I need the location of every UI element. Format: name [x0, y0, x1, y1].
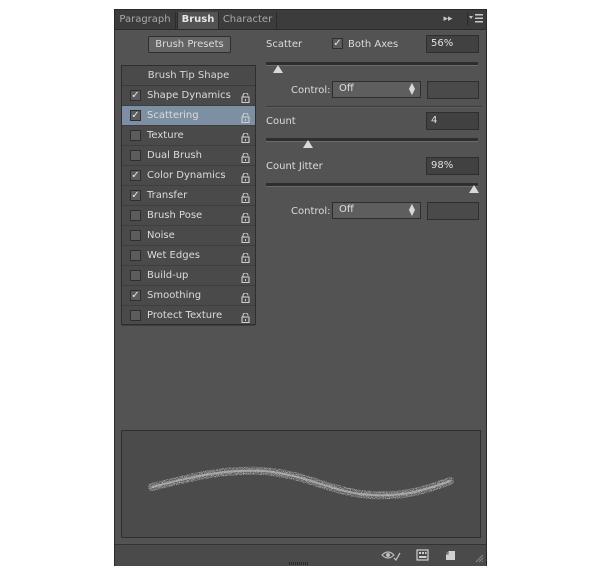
tab-brush[interactable]: Brush	[177, 12, 219, 29]
list-item-checkbox[interactable]: ✓	[130, 290, 141, 301]
list-item-smoothing[interactable]: ✓ Smoothing	[122, 286, 255, 306]
count-jitter-value-field[interactable]: 98%	[426, 157, 479, 175]
list-item-label: Protect Texture	[147, 310, 223, 321]
list-item-build-up[interactable]: Build-up	[122, 266, 255, 286]
count-value-field[interactable]: 4	[426, 112, 479, 130]
control-label-2: Control:	[291, 206, 331, 217]
list-item-checkbox[interactable]: ✓	[130, 90, 141, 101]
list-item-label: Brush Pose	[147, 210, 203, 221]
lock-icon[interactable]	[241, 251, 250, 264]
list-item-label: Transfer	[147, 190, 188, 201]
list-item-dual-brush[interactable]: Dual Brush	[122, 146, 255, 166]
list-item-protect-texture[interactable]: Protect Texture	[122, 306, 255, 326]
list-item-checkbox[interactable]	[130, 150, 141, 161]
control-label-1: Control:	[291, 85, 331, 96]
scatter-slider-thumb[interactable]	[272, 65, 283, 73]
list-item-brush-pose[interactable]: Brush Pose	[122, 206, 255, 226]
both-axes-checkbox[interactable]: ✓	[332, 38, 343, 49]
select-arrows-icon: ▲ ▼	[408, 202, 415, 217]
control-select-2[interactable]: Off ▲ ▼	[332, 202, 421, 219]
list-item-label: Scattering	[147, 110, 199, 121]
tab-bar: Paragraph Brush Character ▸▸	[115, 10, 486, 30]
list-item-checkbox[interactable]: ✓	[130, 170, 141, 181]
list-item-checkbox[interactable]	[130, 310, 141, 321]
list-item-label: Noise	[147, 230, 175, 241]
brush-settings-list: Brush Tip Shape ✓ Shape Dynamics ✓ Scatteri…	[121, 65, 256, 326]
count-slider-track[interactable]	[266, 138, 478, 142]
list-item-label: Build-up	[147, 270, 189, 281]
list-item-checkbox[interactable]	[130, 130, 141, 141]
select-arrows-icon: ▲ ▼	[408, 81, 415, 96]
control-select-1[interactable]: Off ▲ ▼	[332, 81, 421, 98]
lock-icon[interactable]	[241, 191, 250, 204]
lock-icon[interactable]	[241, 231, 250, 244]
lock-icon[interactable]	[241, 291, 250, 304]
lock-icon[interactable]	[241, 171, 250, 184]
lock-icon[interactable]	[241, 151, 250, 164]
both-axes-label: Both Axes	[348, 39, 399, 50]
count-slider-thumb[interactable]	[303, 140, 314, 148]
list-item-label: Smoothing	[147, 290, 202, 301]
count-jitter-label: Count Jitter	[266, 161, 323, 172]
panel-menu-icon[interactable]	[467, 13, 484, 26]
brush-stroke-image	[148, 466, 454, 500]
list-item-label: Shape Dynamics	[147, 90, 231, 101]
list-item-wet-edges[interactable]: Wet Edges	[122, 246, 255, 266]
list-item-label: Color Dynamics	[147, 170, 226, 181]
resize-grip-icon[interactable]	[475, 554, 484, 563]
count-label: Count	[266, 116, 296, 127]
tab-character[interactable]: Character	[219, 12, 277, 29]
list-item-checkbox[interactable]: ✓	[130, 190, 141, 201]
lock-icon[interactable]	[241, 271, 250, 284]
grip-handle-icon[interactable]	[288, 558, 310, 565]
control-input-1[interactable]	[427, 81, 479, 99]
brush-presets-button[interactable]: Brush Presets	[148, 36, 231, 53]
control-select-1-value: Off	[339, 83, 354, 94]
list-item-checkbox[interactable]: ✓	[130, 110, 141, 121]
lock-icon[interactable]	[241, 311, 250, 324]
visibility-eye-icon[interactable]	[381, 549, 401, 562]
list-item-label: Dual Brush	[147, 150, 202, 161]
list-item-checkbox[interactable]	[130, 250, 141, 261]
list-item-scattering[interactable]: ✓ Scattering	[122, 106, 255, 126]
count-jitter-slider-track[interactable]	[266, 183, 478, 187]
control-input-2[interactable]	[427, 202, 479, 220]
lock-icon[interactable]	[241, 91, 250, 104]
list-item-texture[interactable]: Texture	[122, 126, 255, 146]
list-item-transfer[interactable]: ✓ Transfer	[122, 186, 255, 206]
brush-panel: Paragraph Brush Character ▸▸ Brush Prese…	[114, 9, 487, 566]
list-item-label: Texture	[147, 130, 184, 141]
lock-icon[interactable]	[241, 211, 250, 224]
control-select-2-value: Off	[339, 204, 354, 215]
section-divider	[266, 106, 482, 108]
new-preset-icon[interactable]	[445, 549, 458, 562]
count-jitter-slider-thumb[interactable]	[468, 185, 479, 193]
scatter-label: Scatter	[266, 39, 303, 50]
scatter-value-field[interactable]: 56%	[426, 35, 479, 53]
list-item-checkbox[interactable]	[130, 230, 141, 241]
tab-paragraph[interactable]: Paragraph	[115, 12, 176, 29]
list-item-color-dynamics[interactable]: ✓ Color Dynamics	[122, 166, 255, 186]
list-item-checkbox[interactable]	[130, 270, 141, 281]
collapse-arrows-icon[interactable]: ▸▸	[441, 13, 455, 26]
list-item-checkbox[interactable]	[130, 210, 141, 221]
brush-tip-shape-item[interactable]: Brush Tip Shape	[122, 66, 255, 86]
list-item-label: Wet Edges	[147, 250, 200, 261]
list-item-shape-dynamics[interactable]: ✓ Shape Dynamics	[122, 86, 255, 106]
brush-stroke-preview	[121, 430, 481, 538]
lock-icon[interactable]	[241, 131, 250, 144]
lock-icon[interactable]	[241, 111, 250, 124]
scatter-slider-track[interactable]	[266, 62, 478, 66]
list-item-noise[interactable]: Noise	[122, 226, 255, 246]
brush-panel-grid-icon[interactable]	[416, 549, 429, 562]
